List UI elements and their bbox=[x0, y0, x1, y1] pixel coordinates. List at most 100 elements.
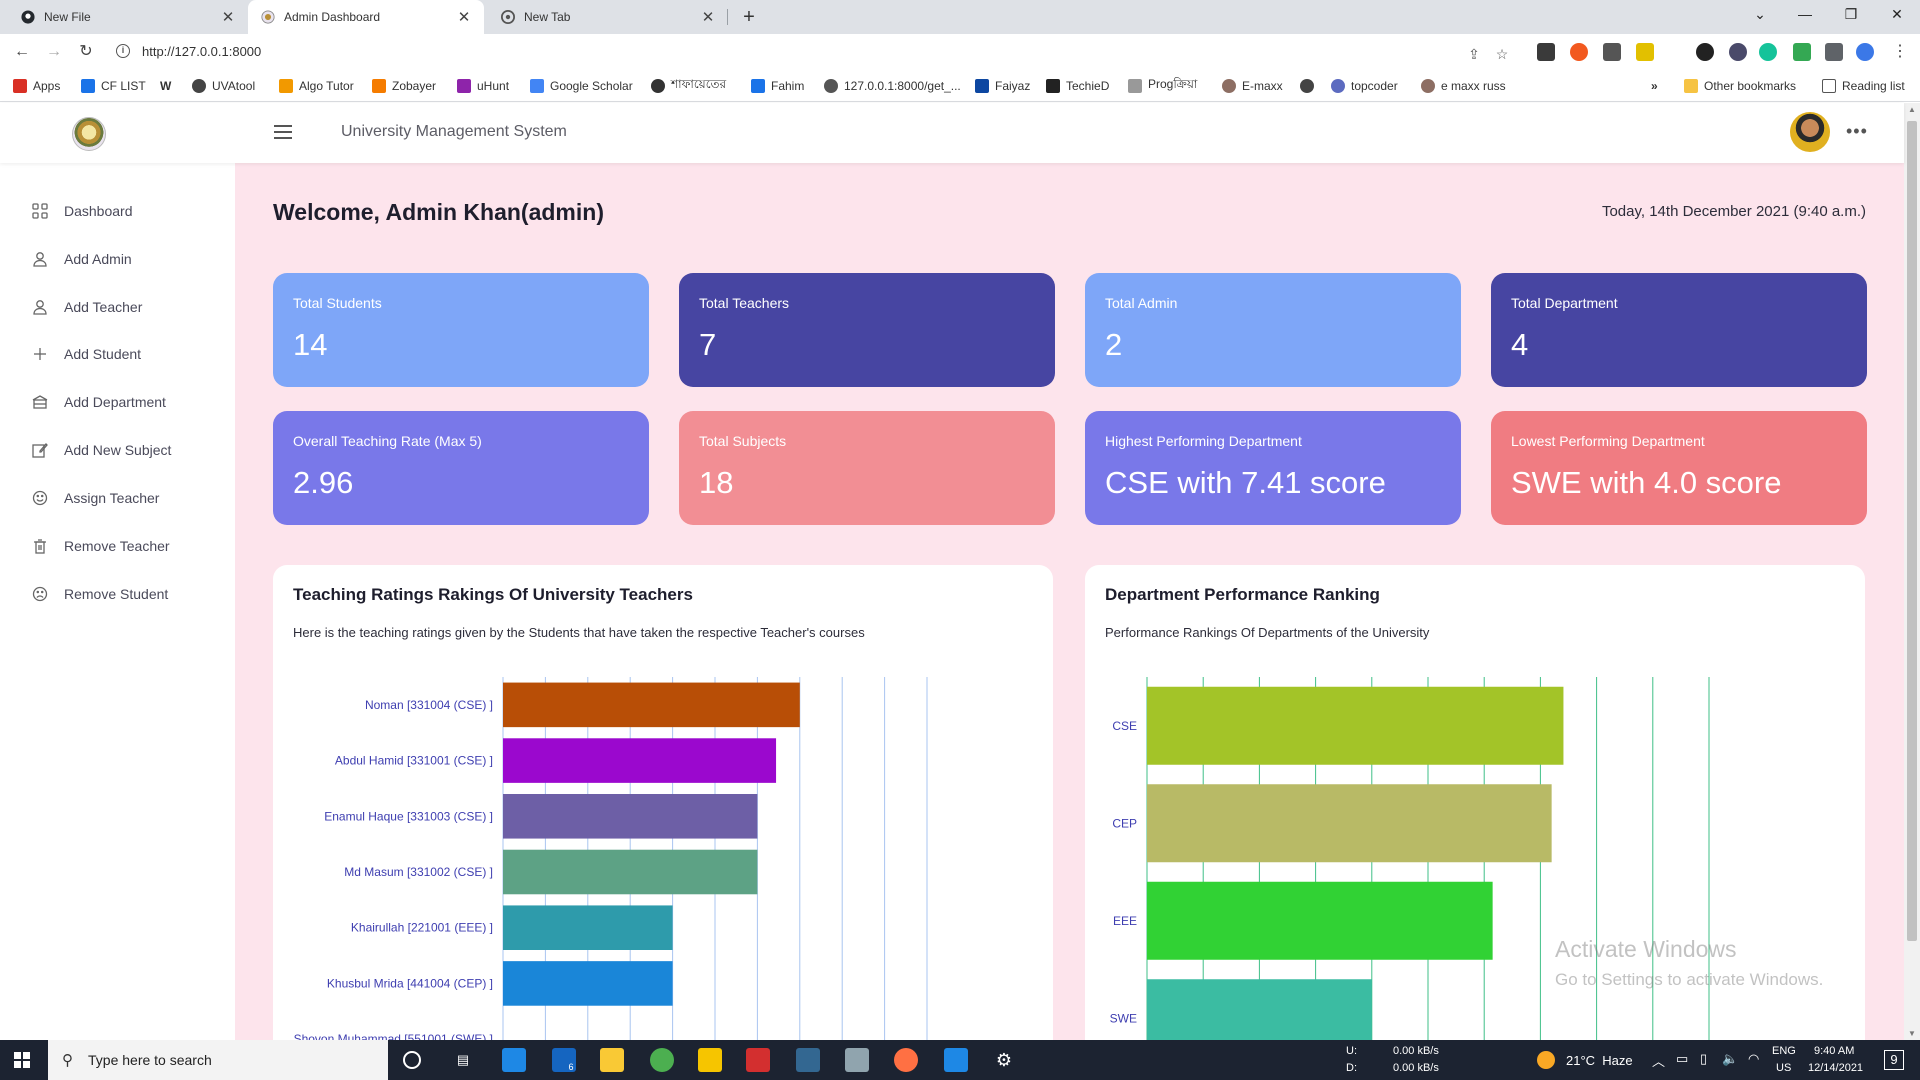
tab-new-file[interactable]: New File ✕ bbox=[8, 0, 248, 34]
cortana-icon[interactable] bbox=[403, 1051, 421, 1069]
tab-search-icon[interactable]: ⌄ bbox=[1737, 0, 1783, 30]
university-logo[interactable] bbox=[72, 117, 106, 151]
profile-icon[interactable] bbox=[1856, 43, 1874, 61]
bookmark-fahim[interactable]: Fahim bbox=[751, 77, 804, 95]
mail-icon[interactable]: 6 bbox=[552, 1048, 576, 1072]
store-icon[interactable] bbox=[502, 1048, 526, 1072]
sidebar-item-add-student[interactable]: Add Student bbox=[30, 342, 141, 366]
scroll-down-icon[interactable]: ▼ bbox=[1907, 1029, 1917, 1038]
minimize-icon[interactable]: — bbox=[1782, 0, 1828, 30]
bookmark-emaxx-russ[interactable]: e maxx russ bbox=[1421, 77, 1506, 95]
page-scrollbar[interactable]: ▲ ▼ bbox=[1904, 103, 1920, 1040]
extension-icon[interactable] bbox=[1636, 43, 1654, 61]
firefox-icon[interactable] bbox=[894, 1048, 918, 1072]
kebab-menu-icon[interactable]: ⋮ bbox=[1888, 40, 1912, 64]
bar bbox=[1147, 979, 1372, 1040]
y-category-label: Enamul Haque [331003 (CSE) ] bbox=[324, 809, 493, 823]
extension-icon[interactable] bbox=[1603, 43, 1621, 61]
sidebar-item-label: Dashboard bbox=[64, 203, 133, 219]
restore-icon[interactable]: ❐ bbox=[1828, 0, 1874, 30]
close-icon[interactable]: ✕ bbox=[700, 8, 716, 26]
bookmark-localhost[interactable]: 127.0.0.1:8000/get_... bbox=[824, 77, 961, 95]
new-tab-button[interactable]: + bbox=[736, 4, 762, 30]
battery-icon[interactable]: ▯ bbox=[1700, 1051, 1707, 1080]
other-bookmarks[interactable]: Other bookmarks bbox=[1684, 77, 1796, 95]
extension-icon[interactable] bbox=[1537, 43, 1555, 61]
postgres-icon[interactable] bbox=[796, 1048, 820, 1072]
tab-new-tab[interactable]: New Tab ✕ bbox=[488, 0, 728, 34]
bookmark-apps[interactable]: Apps bbox=[13, 77, 60, 95]
back-arrow-icon[interactable]: ← bbox=[10, 40, 34, 64]
sidebar-item-add-new-subject[interactable]: Add New Subject bbox=[30, 438, 171, 462]
extension-icon[interactable] bbox=[1570, 43, 1588, 61]
file-explorer-icon[interactable] bbox=[600, 1048, 624, 1072]
tray-chevron-icon[interactable]: ︿ bbox=[1652, 1051, 1665, 1080]
reading-list[interactable]: Reading list bbox=[1822, 77, 1905, 95]
forward-arrow-icon[interactable]: → bbox=[42, 40, 66, 64]
chrome-taskbar-icon[interactable] bbox=[650, 1048, 674, 1072]
extension-icon[interactable] bbox=[1696, 43, 1714, 61]
stat-card-total-subjects: Total Subjects 18 bbox=[679, 411, 1055, 525]
bookmarks-overflow[interactable]: » bbox=[1651, 77, 1658, 95]
bookmark-emaxx[interactable]: E-maxx bbox=[1222, 77, 1283, 95]
windows-start-icon[interactable] bbox=[14, 1052, 30, 1068]
y-category-label: CSE bbox=[1112, 719, 1137, 733]
bookmark-globe[interactable] bbox=[1300, 77, 1320, 95]
taskbar-search-box[interactable]: ⚲ Type here to search bbox=[48, 1040, 388, 1080]
sidebar-item-assign-teacher[interactable]: Assign Teacher bbox=[30, 486, 159, 510]
extension-icon[interactable] bbox=[1793, 43, 1811, 61]
weather-text[interactable]: 21°C Haze bbox=[1566, 1053, 1633, 1080]
settings-gear-icon[interactable]: ⚙ bbox=[992, 1048, 1016, 1072]
bookmark-progkriya[interactable]: Progক্রিয়া bbox=[1128, 77, 1197, 95]
language-region[interactable]: US bbox=[1776, 1062, 1791, 1080]
share-icon[interactable]: ⇪ bbox=[1466, 46, 1482, 62]
bookmark-w[interactable]: W bbox=[160, 77, 171, 95]
bookmark-cf-list[interactable]: CF LIST bbox=[81, 77, 146, 95]
bookmark-techied[interactable]: TechieD bbox=[1046, 77, 1109, 95]
more-options-icon[interactable]: ••• bbox=[1846, 121, 1868, 142]
weather-icon[interactable] bbox=[1537, 1051, 1555, 1069]
wifi-icon[interactable]: ◠ bbox=[1748, 1051, 1759, 1080]
task-view-icon[interactable]: ▤ bbox=[451, 1048, 475, 1072]
bookmark-google-scholar[interactable]: Google Scholar bbox=[530, 77, 633, 95]
tab-admin-dashboard[interactable]: Admin Dashboard ✕ bbox=[248, 0, 484, 34]
sidebar-item-remove-student[interactable]: Remove Student bbox=[30, 582, 168, 606]
close-icon[interactable]: ✕ bbox=[220, 8, 236, 26]
scroll-up-icon[interactable]: ▲ bbox=[1907, 105, 1917, 114]
bookmark-topcoder[interactable]: topcoder bbox=[1331, 77, 1398, 95]
sidebar-item-add-teacher[interactable]: Add Teacher bbox=[30, 295, 142, 319]
topcoder-icon bbox=[1331, 79, 1345, 93]
close-icon[interactable]: ✕ bbox=[456, 8, 472, 26]
sidebar-item-dashboard[interactable]: Dashboard bbox=[30, 199, 133, 223]
puzzle-icon[interactable] bbox=[1825, 43, 1843, 61]
hamburger-menu-icon[interactable] bbox=[274, 125, 292, 139]
volume-icon[interactable]: 🔈 bbox=[1722, 1051, 1738, 1080]
bookmark-shafayet[interactable]: শাফায়েতের bbox=[651, 77, 726, 95]
close-window-icon[interactable]: ✕ bbox=[1874, 0, 1920, 30]
grammarly-icon[interactable] bbox=[1759, 43, 1777, 61]
address-bar[interactable]: i http://127.0.0.1:8000 ⇪ ☆ bbox=[110, 38, 1510, 66]
reload-icon[interactable]: ↻ bbox=[74, 40, 98, 64]
sidebar-item-add-admin[interactable]: Add Admin bbox=[30, 247, 132, 271]
info-icon[interactable]: i bbox=[116, 44, 130, 58]
avatar[interactable] bbox=[1790, 112, 1830, 152]
extension-icon[interactable] bbox=[1729, 43, 1747, 61]
scrollbar-thumb[interactable] bbox=[1907, 121, 1917, 941]
bookmark-zobayer[interactable]: Zobayer bbox=[372, 77, 436, 95]
bookmark-faiyaz[interactable]: Faiyaz bbox=[975, 77, 1030, 95]
app-icon[interactable] bbox=[845, 1048, 869, 1072]
wps-icon[interactable] bbox=[746, 1048, 770, 1072]
sidebar-item-add-department[interactable]: Add Department bbox=[30, 390, 166, 414]
bookmark-uhunt[interactable]: uHunt bbox=[457, 77, 509, 95]
bookmark-uvatool[interactable]: UVAtool bbox=[192, 77, 255, 95]
sidebar-item-label: Add Student bbox=[64, 346, 142, 362]
network-icon[interactable]: ▭ bbox=[1676, 1051, 1688, 1080]
player-icon[interactable] bbox=[698, 1048, 722, 1072]
clock-date[interactable]: 12/14/2021 bbox=[1808, 1062, 1863, 1080]
bookmark-star-icon[interactable]: ☆ bbox=[1494, 46, 1510, 62]
w-icon: W bbox=[160, 79, 172, 93]
notification-icon[interactable]: 9 bbox=[1884, 1050, 1904, 1070]
sidebar-item-remove-teacher[interactable]: Remove Teacher bbox=[30, 534, 170, 558]
bookmark-algo-tutor[interactable]: Algo Tutor bbox=[279, 77, 354, 95]
vscode-icon[interactable] bbox=[944, 1048, 968, 1072]
